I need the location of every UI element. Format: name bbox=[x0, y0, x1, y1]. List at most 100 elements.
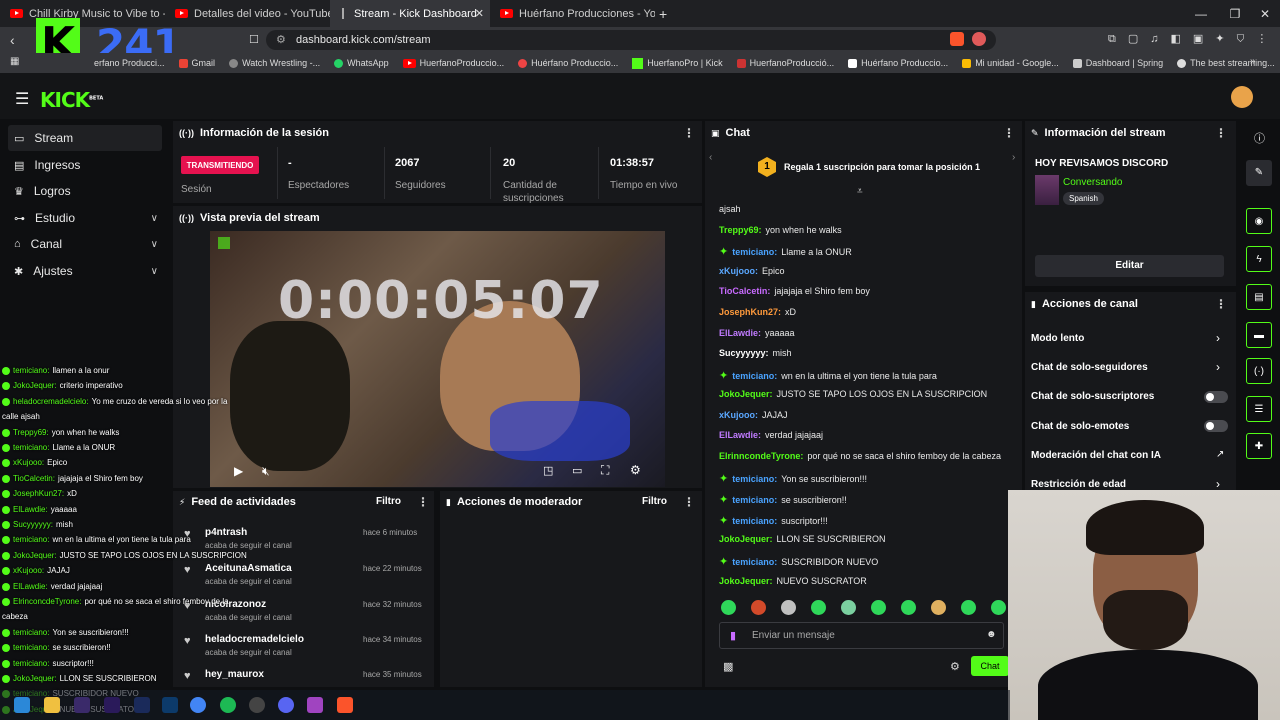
emote-icon[interactable] bbox=[841, 600, 856, 615]
chat-username[interactable]: Sucyyyyyy: bbox=[719, 348, 769, 358]
pip-icon[interactable]: ◳ bbox=[543, 464, 553, 477]
kick-logo[interactable]: KICKBETA bbox=[40, 88, 103, 112]
new-tab-icon[interactable]: + bbox=[659, 6, 667, 22]
chat-username[interactable]: JokoJequer: bbox=[719, 389, 773, 399]
chat-username[interactable]: xKujooo: bbox=[719, 410, 758, 420]
chat-username[interactable]: Treppy69: bbox=[719, 225, 762, 235]
url-field[interactable]: ⚙ dashboard.kick.com/stream bbox=[266, 30, 996, 50]
stream-preview-video[interactable]: 0:00:05:07 bbox=[210, 231, 665, 487]
bookmark-item[interactable]: Watch Wrestling -... bbox=[229, 58, 320, 68]
audition-icon[interactable] bbox=[134, 697, 150, 713]
more-options-icon[interactable]: ⋮ bbox=[1215, 126, 1227, 140]
brave-shield-icon[interactable] bbox=[950, 32, 964, 46]
subscribers-only-toggle[interactable] bbox=[1204, 391, 1228, 403]
browser-tab-active[interactable]: Stream - Kick Dashboard ✕ bbox=[330, 0, 490, 27]
chat-username[interactable]: xKujooo: bbox=[719, 266, 758, 276]
bookmark-item[interactable]: erfano Producci... bbox=[94, 58, 165, 68]
bookmark-item[interactable]: Mi unidad - Google... bbox=[962, 58, 1059, 68]
emote-icon[interactable] bbox=[901, 600, 916, 615]
action-followers-only[interactable]: Chat de solo-seguidores bbox=[1031, 362, 1148, 373]
emote-icon[interactable] bbox=[871, 600, 886, 615]
rail-tools-icon[interactable]: ✚ bbox=[1246, 433, 1272, 459]
info-icon[interactable]: ⓘ bbox=[1254, 130, 1265, 146]
play-icon[interactable]: ▶ bbox=[234, 464, 243, 478]
file-explorer-icon[interactable] bbox=[44, 697, 60, 713]
sidebar-item-logros[interactable]: ♛ Logros bbox=[8, 178, 162, 204]
chat-username[interactable]: temiciano: bbox=[732, 474, 777, 484]
external-link-icon[interactable]: ↗ bbox=[1216, 449, 1224, 460]
minimize-icon[interactable]: — bbox=[1184, 0, 1218, 27]
bookmark-item[interactable]: Huérfano Produccio... bbox=[848, 58, 948, 68]
after-effects-icon[interactable] bbox=[104, 697, 120, 713]
more-options-icon[interactable]: ⋮ bbox=[417, 495, 429, 509]
menu-icon[interactable]: ☰ bbox=[15, 89, 29, 109]
mic-icon[interactable]: ▮ bbox=[730, 629, 736, 642]
chevron-right-icon[interactable]: › bbox=[1216, 360, 1220, 374]
emote-icon[interactable] bbox=[931, 600, 946, 615]
action-age-restriction[interactable]: Restricción de edad bbox=[1031, 479, 1126, 490]
browser-tab[interactable]: Detalles del video - YouTube Studio bbox=[165, 0, 330, 27]
chat-username[interactable]: TioCalcetin: bbox=[719, 286, 770, 296]
more-options-icon[interactable]: ⋮ bbox=[1003, 126, 1015, 140]
bookmark-item[interactable]: HuerfanoProduccio... bbox=[402, 58, 504, 68]
chat-username[interactable]: temiciano: bbox=[732, 557, 777, 567]
chat-username[interactable]: ElLawdie: bbox=[719, 430, 761, 440]
bookmark-item[interactable]: The best streaming... bbox=[1177, 58, 1275, 68]
chevron-right-icon[interactable]: › bbox=[1012, 152, 1015, 163]
action-ai-moderation[interactable]: Moderación del chat con IA bbox=[1031, 450, 1161, 461]
bookmark-item[interactable]: Huérfano Produccio... bbox=[518, 58, 618, 68]
chat-username[interactable]: temiciano: bbox=[732, 516, 777, 526]
more-options-icon[interactable]: ⋮ bbox=[683, 126, 695, 140]
chrome-icon[interactable] bbox=[190, 697, 206, 713]
emote-icon[interactable] bbox=[751, 600, 766, 615]
chat-username[interactable]: JokoJequer: bbox=[719, 576, 773, 586]
emote-icon[interactable] bbox=[721, 600, 736, 615]
photoshop-icon[interactable] bbox=[162, 697, 178, 713]
rail-list-icon[interactable]: ☰ bbox=[1246, 396, 1272, 422]
gear-icon[interactable]: ⚙ bbox=[630, 463, 641, 477]
fullscreen-icon[interactable]: ⛶ bbox=[601, 463, 609, 478]
premiere-icon[interactable] bbox=[74, 697, 90, 713]
sidebar-item-canal[interactable]: ⌂ Canal ∨ bbox=[8, 231, 162, 257]
emote-icon[interactable] bbox=[961, 600, 976, 615]
feed-filter-button[interactable]: Filtro bbox=[376, 496, 401, 507]
theater-icon[interactable]: ▭ bbox=[572, 464, 582, 477]
chat-username[interactable]: JosephKun27: bbox=[719, 307, 781, 317]
bookmark-item[interactable]: WhatsApp bbox=[334, 58, 389, 68]
sidebar-item-stream[interactable]: ▭ Stream bbox=[8, 125, 162, 151]
close-tab-icon[interactable]: ✕ bbox=[475, 7, 484, 20]
edit-layout-icon[interactable]: ✎ bbox=[1246, 160, 1272, 186]
chat-input[interactable]: ▮ Enviar un mensaje ☻ bbox=[719, 622, 1004, 649]
discord-icon[interactable] bbox=[278, 697, 294, 713]
action-slow-mode[interactable]: Modo lento bbox=[1031, 333, 1084, 344]
app-icon[interactable] bbox=[307, 697, 323, 713]
spotify-icon[interactable] bbox=[220, 697, 236, 713]
emote-icon[interactable] bbox=[811, 600, 826, 615]
chevron-right-icon[interactable]: › bbox=[1216, 331, 1220, 345]
mute-icon[interactable]: 🔇︎ bbox=[262, 464, 270, 479]
brave-rewards-icon[interactable] bbox=[972, 32, 986, 46]
bookmark-item[interactable]: Gmail bbox=[178, 58, 215, 68]
rail-chat-icon[interactable]: ▬ bbox=[1246, 322, 1272, 348]
site-info-icon[interactable]: ⚙ bbox=[276, 30, 286, 50]
chat-username[interactable]: temiciano: bbox=[732, 371, 777, 381]
emote-icon[interactable] bbox=[991, 600, 1006, 615]
bookmark-item[interactable]: HuerfanoPro | Kick bbox=[632, 57, 723, 69]
emoji-icon[interactable]: ☻ bbox=[986, 629, 997, 640]
expand-pinned-icon[interactable]: ⩡ bbox=[857, 186, 863, 197]
start-icon[interactable] bbox=[14, 697, 30, 713]
close-window-icon[interactable]: ✕ bbox=[1248, 0, 1280, 27]
maximize-icon[interactable]: ❐ bbox=[1218, 0, 1252, 27]
more-options-icon[interactable]: ⋮ bbox=[1215, 297, 1227, 311]
browser-tab[interactable]: Huérfano Producciones - YouTube bbox=[490, 0, 655, 27]
avatar[interactable] bbox=[1231, 86, 1253, 108]
back-icon[interactable]: ‹ bbox=[10, 32, 15, 48]
chat-username[interactable]: ElrinncondeTyrone: bbox=[719, 451, 803, 461]
sidebar-item-estudio[interactable]: ⊶ Estudio ∨ bbox=[8, 205, 162, 231]
chat-username[interactable]: temiciano: bbox=[732, 247, 777, 257]
chevron-left-icon[interactable]: ‹ bbox=[709, 152, 712, 163]
feed-item-name[interactable]: p4ntrash bbox=[205, 527, 247, 538]
send-chat-button[interactable]: Chat bbox=[971, 656, 1009, 676]
rail-bolt-icon[interactable]: ϟ bbox=[1246, 246, 1272, 272]
feed-item-name[interactable]: heladocremadelcielo bbox=[205, 634, 304, 645]
